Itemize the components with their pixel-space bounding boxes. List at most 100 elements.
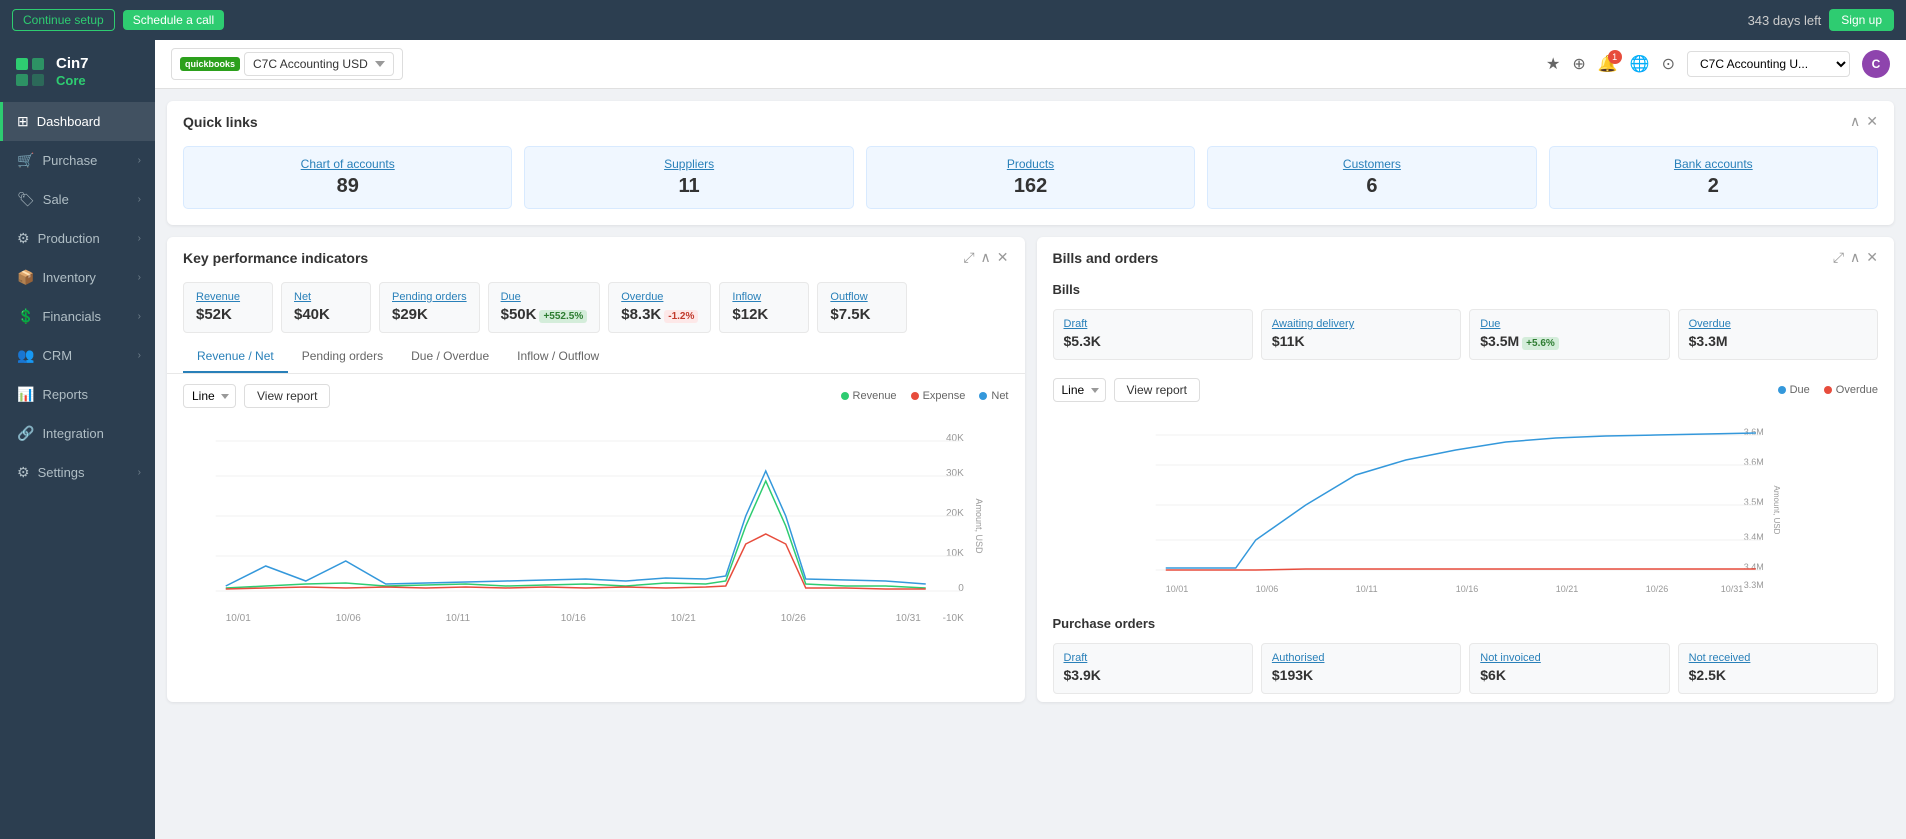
sign-up-button[interactable]: Sign up (1829, 9, 1894, 31)
po-value: $2.5K (1689, 667, 1726, 683)
svg-text:10/31: 10/31 (896, 613, 921, 624)
quick-links-header: Quick links ∧ ✕ (167, 101, 1894, 138)
quick-link-label[interactable]: Customers (1222, 157, 1521, 171)
bills-chart-type-select[interactable]: Line (1053, 378, 1106, 402)
nav-item-inner-integration: 🔗 Integration (17, 425, 104, 442)
quick-link-label[interactable]: Bank accounts (1564, 157, 1863, 171)
bill-label[interactable]: Draft (1064, 318, 1242, 330)
sidebar-item-financials[interactable]: 💲 Financials › (0, 297, 155, 336)
kpi-card: Outflow $7.5K (817, 282, 907, 333)
nav-item-label-reports: Reports (42, 387, 88, 402)
kpi-close-button[interactable]: ✕ (997, 249, 1009, 266)
quick-link-card: Bank accounts 2 (1549, 146, 1878, 209)
bills-legend-label: Overdue (1836, 384, 1878, 396)
nav-item-inner-sale: 🏷 Sale (17, 191, 69, 208)
svg-text:10/16: 10/16 (1455, 584, 1478, 594)
bar-chart-icon: 📊 (17, 386, 34, 403)
kpi-card-label[interactable]: Outflow (830, 291, 894, 303)
kpi-chart-type-select[interactable]: Line (183, 384, 236, 408)
nav-item-inner-dashboard: ⊞ Dashboard (17, 113, 100, 130)
bills-view-report-button[interactable]: View report (1114, 378, 1200, 402)
user-avatar[interactable]: C (1862, 50, 1890, 78)
sidebar-item-inventory[interactable]: 📦 Inventory › (0, 258, 155, 297)
svg-text:10/11: 10/11 (446, 613, 471, 624)
bill-label[interactable]: Awaiting delivery (1272, 318, 1450, 330)
account-dropdown[interactable]: C7C Accounting U... (1687, 51, 1850, 77)
sidebar-item-reports[interactable]: 📊 Reports (0, 375, 155, 414)
quick-link-label[interactable]: Chart of accounts (198, 157, 497, 171)
quick-link-value: 2 (1708, 175, 1719, 197)
help-button[interactable]: ⊙ (1662, 54, 1675, 74)
users-icon: 👥 (17, 347, 34, 364)
nav-item-label-dashboard: Dashboard (37, 114, 101, 129)
cin7-logo-icon (12, 54, 48, 90)
kpi-view-report-button[interactable]: View report (244, 384, 330, 408)
logo-area: Cin7 Core (0, 46, 155, 102)
sidebar-item-settings[interactable]: ⚙ Settings › (0, 453, 155, 492)
account-select[interactable]: C7C Accounting USD (244, 52, 394, 76)
kpi-card-label[interactable]: Net (294, 291, 358, 303)
po-label[interactable]: Draft (1064, 652, 1242, 664)
sidebar-item-crm[interactable]: 👥 CRM › (0, 336, 155, 375)
tab-revenue-/-net[interactable]: Revenue / Net (183, 341, 288, 373)
bills-collapse-button[interactable]: ∧ (1850, 249, 1860, 266)
kpi-expand-button[interactable]: ⤢ (963, 249, 974, 266)
svg-text:10/01: 10/01 (226, 613, 251, 624)
kpi-tabs: Revenue / NetPending ordersDue / Overdue… (167, 341, 1025, 374)
sidebar-item-purchase[interactable]: 🛒 Purchase › (0, 141, 155, 180)
bills-close-button[interactable]: ✕ (1866, 249, 1878, 266)
kpi-panel: Key performance indicators ⤢ ∧ ✕ Revenue… (167, 237, 1025, 702)
po-label[interactable]: Not received (1689, 652, 1867, 664)
nav-item-inner-inventory: 📦 Inventory (17, 269, 96, 286)
continue-setup-button[interactable]: Continue setup (12, 9, 115, 31)
kpi-card-label[interactable]: Revenue (196, 291, 260, 303)
add-button[interactable]: ⊕ (1572, 54, 1585, 74)
kpi-card: Pending orders $29K (379, 282, 480, 333)
bill-value: $3.3M (1689, 333, 1728, 349)
nav-chevron-production: › (138, 233, 141, 244)
link-icon: 🔗 (17, 425, 34, 442)
kpi-card-label[interactable]: Due (501, 291, 588, 303)
bill-label[interactable]: Due (1480, 318, 1658, 330)
bill-value: $11K (1272, 333, 1305, 349)
cog-icon: ⚙ (17, 230, 30, 247)
star-button[interactable]: ★ (1546, 54, 1560, 74)
kpi-collapse-button[interactable]: ∧ (981, 249, 991, 266)
svg-text:10/26: 10/26 (1645, 584, 1668, 594)
globe-button[interactable]: 🌐 (1630, 54, 1650, 74)
quick-link-label[interactable]: Suppliers (539, 157, 838, 171)
bills-legend-item: Overdue (1824, 384, 1878, 396)
quick-links-collapse-button[interactable]: ∧ (1850, 113, 1860, 130)
bills-expand-button[interactable]: ⤢ (1833, 249, 1844, 266)
sidebar-item-sale[interactable]: 🏷 Sale › (0, 180, 155, 219)
kpi-card: Net $40K (281, 282, 371, 333)
svg-text:10/26: 10/26 (781, 613, 806, 624)
topbar: Continue setup Schedule a call 343 days … (0, 0, 1906, 40)
legend-item: Expense (911, 390, 966, 402)
tab-due-/-overdue[interactable]: Due / Overdue (397, 341, 503, 373)
notification-button[interactable]: 🔔 1 (1598, 54, 1618, 74)
tab-inflow-/-outflow[interactable]: Inflow / Outflow (503, 341, 613, 373)
po-label[interactable]: Not invoiced (1480, 652, 1658, 664)
sidebar-item-dashboard[interactable]: ⊞ Dashboard (0, 102, 155, 141)
kpi-card-label[interactable]: Overdue (621, 291, 698, 303)
quick-link-label[interactable]: Products (881, 157, 1180, 171)
legend-dot (841, 392, 849, 400)
quick-link-card: Customers 6 (1207, 146, 1536, 209)
notification-badge: 1 (1608, 50, 1622, 64)
kpi-card-label[interactable]: Pending orders (392, 291, 467, 303)
bill-card: Awaiting delivery $11K (1261, 309, 1461, 360)
quick-links-close-button[interactable]: ✕ (1866, 113, 1878, 130)
sidebar-item-integration[interactable]: 🔗 Integration (0, 414, 155, 453)
sidebar-item-production[interactable]: ⚙ Production › (0, 219, 155, 258)
kpi-card: Due $50K+552.5% (488, 282, 601, 333)
tab-pending-orders[interactable]: Pending orders (288, 341, 397, 373)
schedule-call-button[interactable]: Schedule a call (123, 10, 224, 30)
bill-label[interactable]: Overdue (1689, 318, 1867, 330)
bills-orders-controls: ⤢ ∧ ✕ (1833, 249, 1878, 266)
po-label[interactable]: Authorised (1272, 652, 1450, 664)
nav-item-label-financials: Financials (42, 309, 101, 324)
nav-chevron-financials: › (138, 311, 141, 322)
kpi-card-label[interactable]: Inflow (732, 291, 796, 303)
kpi-badge: +552.5% (539, 310, 587, 323)
